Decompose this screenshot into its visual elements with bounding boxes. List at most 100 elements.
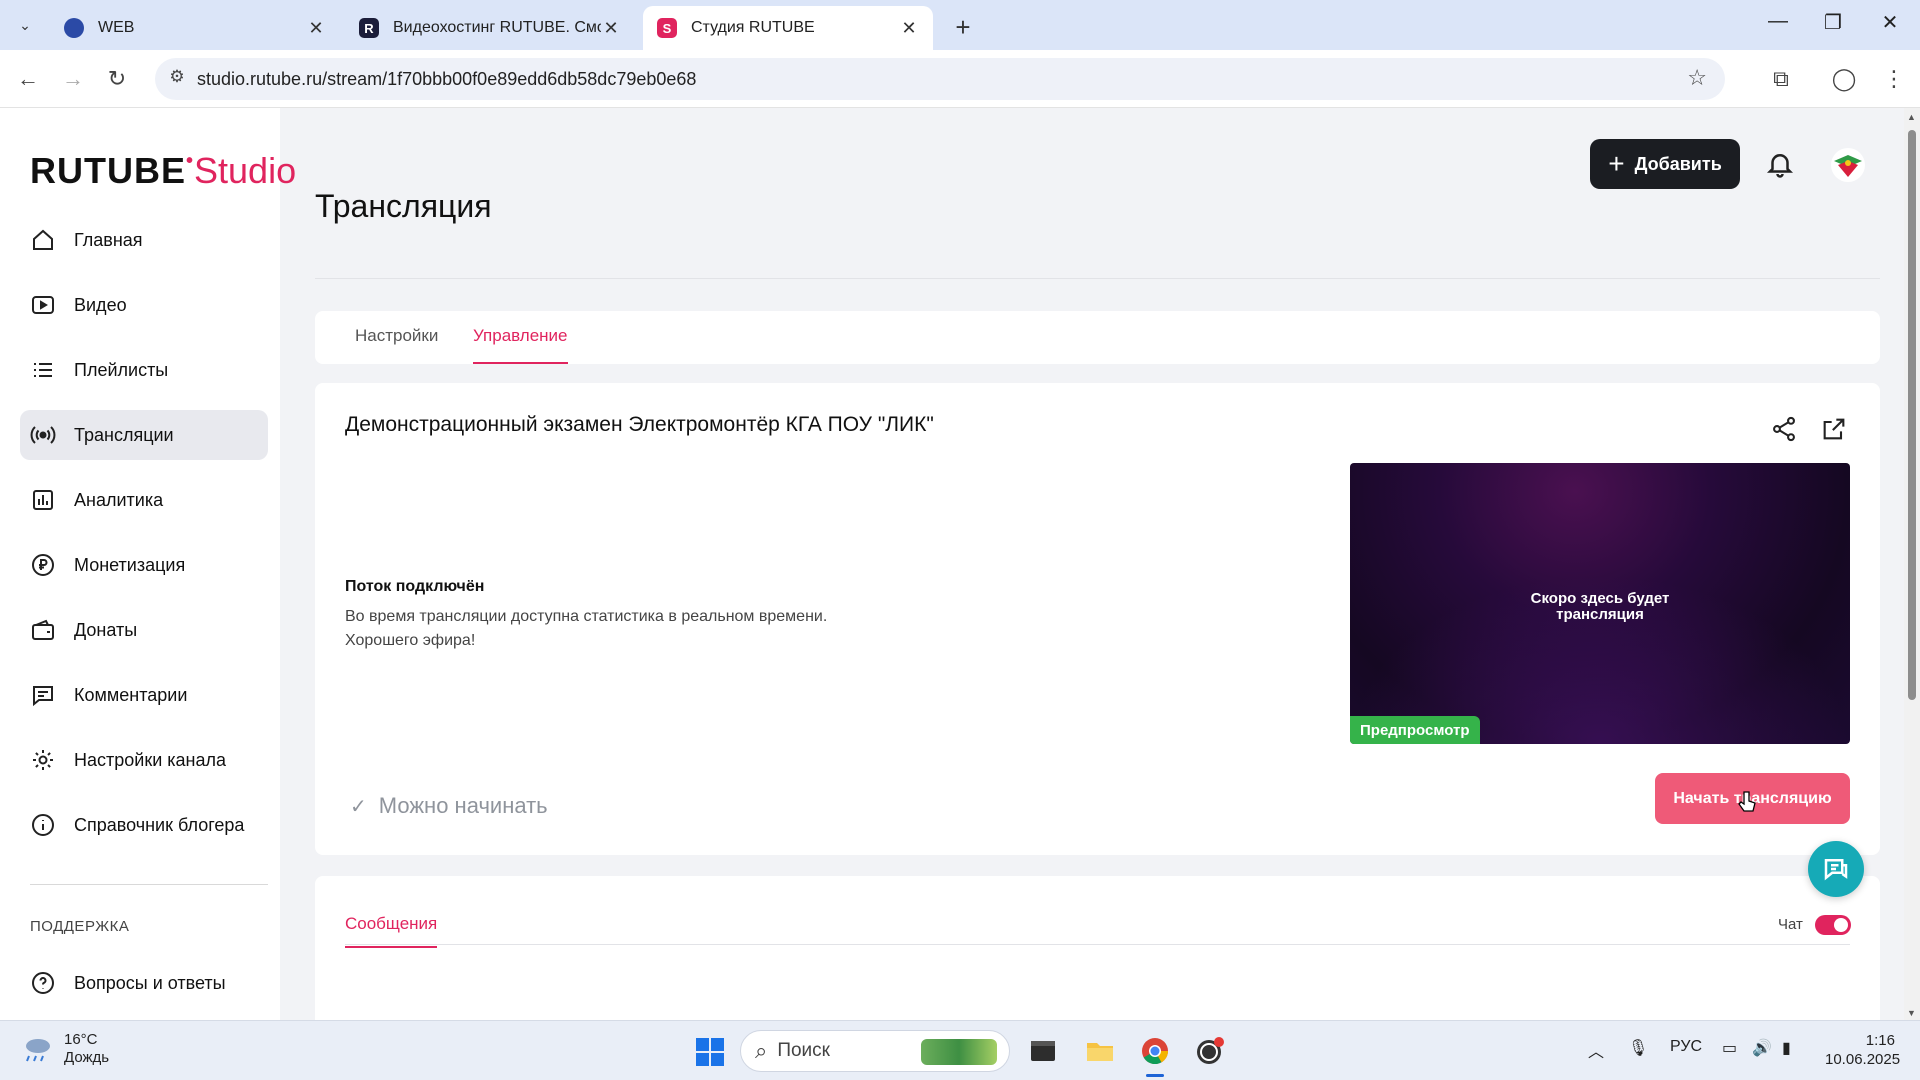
taskbar-app-terminal[interactable]	[1025, 1033, 1061, 1069]
gear-icon	[30, 747, 56, 773]
bell-icon[interactable]	[1765, 149, 1795, 179]
sidebar-item-video[interactable]: Видео	[20, 280, 268, 330]
site-settings-icon[interactable]: ⚙	[165, 67, 189, 91]
analytics-icon	[30, 487, 56, 513]
volume-icon[interactable]: 🔊	[1752, 1038, 1772, 1058]
page-scrollbar[interactable]: ▲ ▼	[1904, 108, 1920, 1020]
broadcast-icon	[30, 422, 56, 448]
rutube-favicon-icon: R	[359, 18, 379, 38]
browser-tab-bar: ⌄ WEB ✕ R Видеохостинг RUTUBE. Смотрите …	[0, 0, 1920, 50]
extensions-icon[interactable]: ⧉	[1765, 64, 1797, 96]
microphone-icon[interactable]: 🎙	[1628, 1038, 1648, 1058]
weather-widget[interactable]: 16°C Дождь	[20, 1031, 109, 1067]
preview-placeholder-text: Скоро здесь будет трансляция	[1530, 590, 1670, 623]
os-taskbar: 16°C Дождь ⌕ Поиск ︿ 🎙 РУС ▭ 🔊 ▮ 1:16 10.…	[0, 1020, 1920, 1080]
sidebar: RUTUBE•Studio Главная Видео Плейлисты Тр…	[0, 108, 296, 1020]
sidebar-item-playlists[interactable]: Плейлисты	[20, 345, 268, 395]
taskbar-clock[interactable]: 1:16 10.06.2025	[1825, 1031, 1900, 1069]
sidebar-item-monetization[interactable]: Монетизация	[20, 540, 268, 590]
address-bar[interactable]: ⚙ studio.rutube.ru/stream/1f70bbb00f0e89…	[155, 58, 1725, 100]
network-icon[interactable]: ▭	[1722, 1038, 1737, 1058]
close-tab-icon[interactable]: ✕	[601, 18, 621, 39]
bookmark-star-icon[interactable]: ☆	[1687, 65, 1707, 91]
sidebar-item-blogger-guide[interactable]: Справочник блогера	[20, 800, 268, 850]
title-divider	[315, 278, 1880, 279]
taskbar-app-chrome[interactable]	[1137, 1033, 1173, 1077]
avatar[interactable]	[1830, 147, 1866, 183]
playlist-icon	[30, 357, 56, 383]
taskbar-search[interactable]: ⌕ Поиск	[740, 1030, 1010, 1072]
preview-badge: Предпросмотр	[1350, 716, 1480, 744]
tab-settings[interactable]: Настройки	[355, 311, 438, 364]
stream-title: Демонстрационный экзамен Электромонтёр К…	[345, 413, 934, 436]
support-chat-fab[interactable]	[1808, 841, 1864, 897]
plus-icon: +	[1608, 148, 1625, 179]
close-tab-icon[interactable]: ✕	[306, 18, 326, 39]
add-button[interactable]: + Добавить	[1590, 139, 1740, 189]
sidebar-menu: Главная Видео Плейлисты Трансляции Анали…	[20, 215, 268, 865]
scrollbar-thumb[interactable]	[1908, 130, 1916, 700]
browser-menu-icon[interactable]: ⋮	[1878, 64, 1910, 96]
scroll-up-icon[interactable]: ▲	[1907, 112, 1916, 122]
input-language[interactable]: РУС	[1670, 1038, 1702, 1056]
browser-tab-studio[interactable]: S Студия RUTUBE ✕	[643, 6, 933, 50]
sidebar-item-faq[interactable]: Вопросы и ответы	[30, 963, 226, 1003]
help-icon	[30, 970, 56, 996]
share-icon[interactable]	[1770, 415, 1798, 443]
sidebar-item-channel-settings[interactable]: Настройки канала	[20, 735, 268, 785]
globe-favicon-icon	[64, 18, 84, 38]
chat-toggle[interactable]	[1815, 915, 1851, 935]
browser-tab-web[interactable]: WEB ✕	[50, 6, 340, 50]
page-tabs: Настройки Управление	[315, 311, 1880, 364]
ruble-icon	[30, 552, 56, 578]
battery-icon[interactable]: ▮	[1782, 1038, 1791, 1058]
restore-icon[interactable]: ❐	[1813, 10, 1853, 35]
sidebar-item-analytics[interactable]: Аналитика	[20, 475, 268, 525]
sidebar-item-home[interactable]: Главная	[20, 215, 268, 265]
stream-preview[interactable]: Скоро здесь будет трансляция Предпросмот…	[1350, 463, 1850, 744]
forward-icon[interactable]: →	[57, 64, 89, 96]
tab-messages[interactable]: Сообщения	[345, 914, 438, 948]
chat-bubble-icon	[1824, 859, 1848, 881]
chat-divider	[345, 944, 1850, 945]
close-window-icon[interactable]: ✕	[1870, 10, 1910, 35]
search-icon: ⌕	[755, 1038, 768, 1063]
profile-icon[interactable]: ◯	[1828, 64, 1860, 96]
home-icon	[30, 227, 56, 253]
new-tab-icon[interactable]: +	[948, 12, 978, 43]
wallet-icon	[30, 617, 56, 643]
windows-start-icon[interactable]	[695, 1037, 725, 1067]
sidebar-divider	[30, 884, 268, 885]
stream-status-heading: Поток подключён	[345, 578, 485, 595]
support-heading: ПОДДЕРЖКА	[30, 918, 130, 935]
tab-search-chevron-icon[interactable]: ⌄	[10, 12, 40, 38]
chat-card: Сообщения Чат	[315, 876, 1880, 1020]
open-external-icon[interactable]	[1820, 415, 1848, 443]
rutube-studio-logo[interactable]: RUTUBE•Studio	[30, 150, 296, 192]
search-highlight-image	[921, 1039, 997, 1065]
back-icon[interactable]: ←	[12, 64, 44, 96]
sidebar-item-donations[interactable]: Донаты	[20, 605, 268, 655]
sidebar-item-comments[interactable]: Комментарии	[20, 670, 268, 720]
close-tab-icon[interactable]: ✕	[899, 18, 919, 39]
url-text[interactable]: studio.rutube.ru/stream/1f70bbb00f0e89ed…	[197, 69, 696, 90]
browser-tab-rutube[interactable]: R Видеохостинг RUTUBE. Смотрите ✕	[345, 6, 635, 50]
taskbar-app-obs[interactable]	[1192, 1033, 1228, 1069]
reload-icon[interactable]: ↻	[101, 64, 133, 96]
tray-overflow-icon[interactable]: ︿	[1588, 1038, 1604, 1062]
info-icon	[30, 812, 56, 838]
studio-favicon-icon: S	[657, 18, 677, 38]
stream-card: Демонстрационный экзамен Электромонтёр К…	[315, 383, 1880, 855]
page: RUTUBE•Studio Главная Видео Плейлисты Тр…	[0, 108, 1904, 1020]
mouse-cursor-icon	[1738, 790, 1758, 816]
chat-toggle-label: Чат	[1778, 916, 1803, 933]
sidebar-item-broadcasts[interactable]: Трансляции	[20, 410, 268, 460]
video-icon	[30, 292, 56, 318]
minimize-icon[interactable]: —	[1758, 10, 1798, 33]
taskbar-app-explorer[interactable]	[1082, 1033, 1118, 1069]
rain-cloud-icon	[26, 1039, 50, 1062]
scroll-down-icon[interactable]: ▼	[1907, 1008, 1916, 1018]
tab-management[interactable]: Управление	[473, 311, 568, 364]
check-icon: ✓	[350, 795, 367, 818]
comment-icon	[30, 682, 56, 708]
